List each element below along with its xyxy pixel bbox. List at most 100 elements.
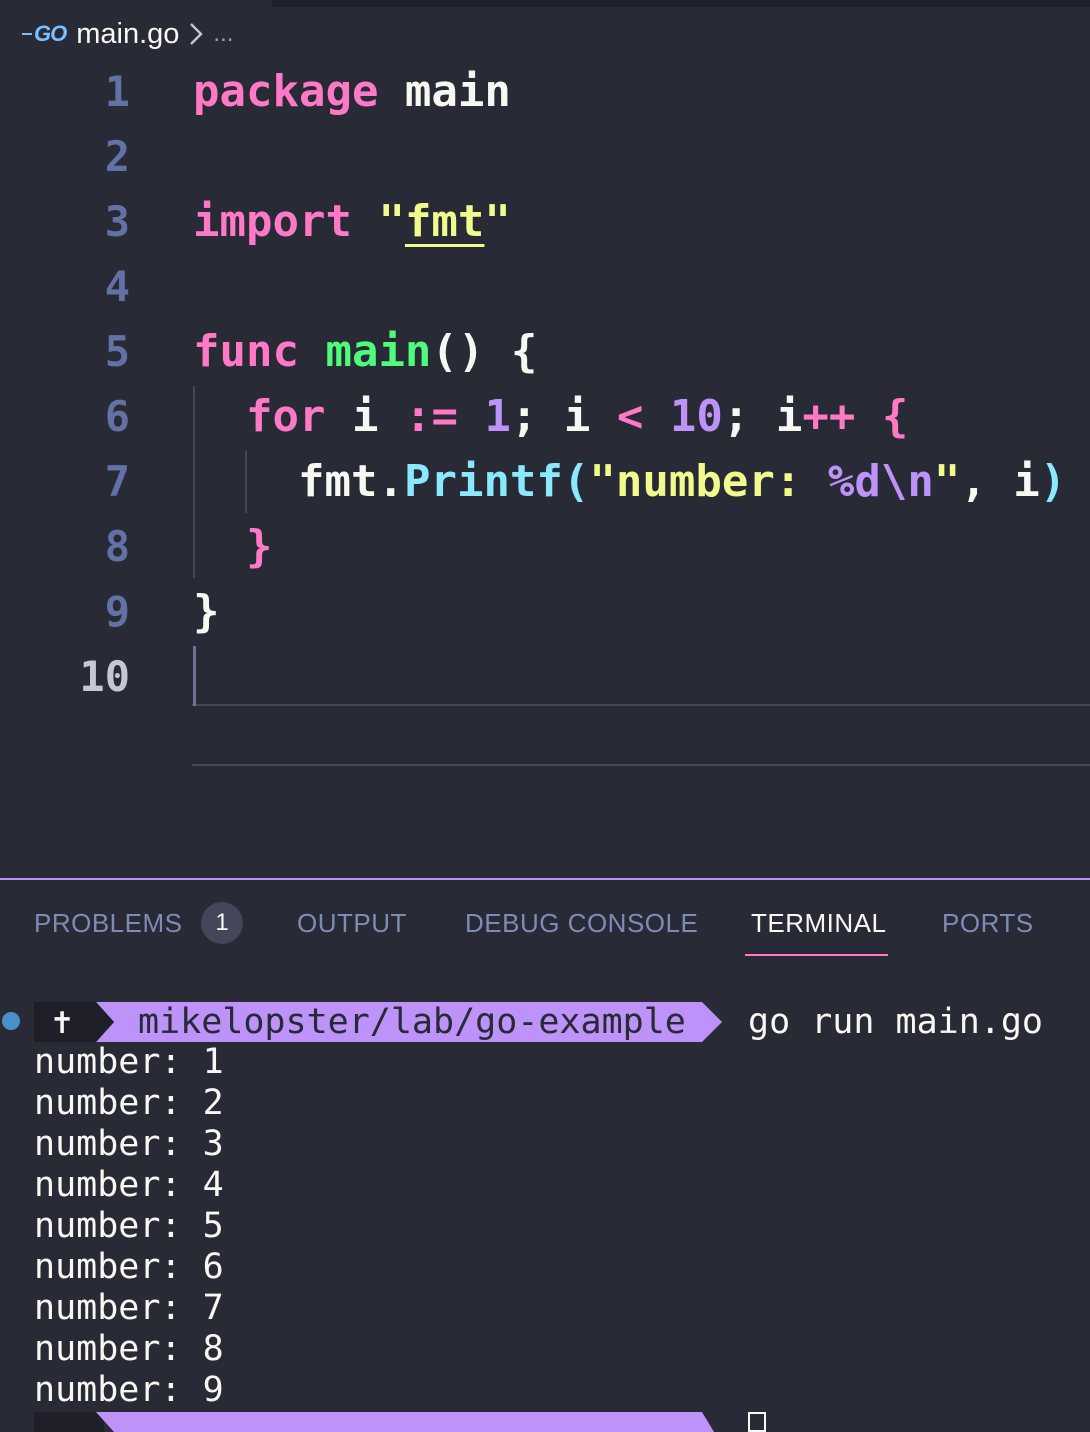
tab-ports[interactable]: PORTS: [942, 908, 1034, 939]
line-number: 7: [104, 457, 130, 506]
terminal-output-line: number: 9: [34, 1370, 224, 1410]
prompt-segment-path: [114, 1412, 702, 1432]
token-string[interactable]: fmt: [405, 196, 484, 247]
token-paren: (: [562, 456, 590, 507]
token-paren: ): [1039, 456, 1067, 507]
token-brace: }: [246, 521, 273, 572]
breadcrumb[interactable]: GO main.go ...: [22, 14, 233, 54]
prompt-arrow: [702, 1002, 722, 1042]
panel-tabs: PROBLEMS 1 OUTPUT DEBUG CONSOLE TERMINAL…: [0, 880, 1090, 970]
token-operator: <: [616, 391, 644, 442]
tab-debug-console[interactable]: DEBUG CONSOLE: [465, 908, 698, 939]
token-package: fmt.: [298, 456, 404, 507]
chevron-right-icon: [189, 22, 204, 46]
command-status-dot[interactable]: [2, 1012, 20, 1030]
token-identifier: i: [325, 391, 405, 442]
token-identifier: main: [378, 66, 511, 117]
token-punctuation: () {: [431, 326, 538, 377]
code-line: 9 }: [0, 580, 1090, 644]
code-line: 7 fmt.Printf("number: %d\n", i): [0, 450, 1090, 514]
terminal[interactable]: ✝ mikelopster/lab/go-example go run main…: [0, 990, 1090, 1432]
terminal-output-line: number: 2: [34, 1083, 224, 1123]
code-line-current: 10: [0, 645, 1090, 709]
prompt-path: mikelopster/lab/go-example: [138, 1002, 686, 1042]
code-line: 3 import "fmt": [0, 190, 1090, 254]
code-line: 1 package main: [0, 60, 1090, 124]
token-method: Printf: [403, 456, 563, 507]
tab-terminal[interactable]: TERMINAL: [751, 908, 886, 939]
line-number: 3: [104, 197, 130, 246]
token-identifier: , i: [960, 456, 1040, 507]
line-number-active: 10: [79, 652, 130, 701]
token-keyword: package: [193, 66, 379, 117]
current-line-highlight: [192, 704, 1090, 766]
terminal-output-line: number: 5: [34, 1206, 224, 1246]
line-number: 8: [104, 522, 130, 571]
problems-count-badge: 1: [201, 902, 243, 944]
terminal-output-line: number: 7: [34, 1288, 224, 1328]
code-editor[interactable]: 1 package main 2 3 import "fmt" 4 5 func…: [0, 60, 1090, 880]
go-file-icon: GO: [22, 21, 67, 47]
line-number: 4: [104, 262, 130, 311]
top-strip: [272, 0, 1090, 7]
active-tab-indicator: [745, 954, 888, 956]
line-number: 2: [104, 132, 130, 181]
token-keyword: import: [193, 196, 352, 247]
breadcrumb-file[interactable]: main.go: [76, 18, 179, 51]
token-number: 1: [484, 391, 511, 442]
token-operator: :=: [404, 391, 458, 442]
indent-guide: [193, 386, 195, 578]
breadcrumb-more[interactable]: ...: [213, 20, 233, 48]
code-text: }: [246, 515, 273, 579]
code-text: package main: [193, 60, 511, 124]
indent-guide: [245, 451, 247, 513]
prompt-segment-user: [34, 1412, 104, 1432]
token-string-quote: ": [484, 196, 511, 247]
terminal-output-line: number: 3: [34, 1124, 224, 1164]
token-brace: }: [193, 586, 220, 637]
terminal-cursor: [748, 1412, 766, 1432]
prompt-arrow: [702, 1412, 714, 1432]
token-keyword: for: [246, 391, 326, 442]
code-text: func main() {: [193, 320, 537, 384]
token-escape: \n: [880, 456, 934, 507]
text-cursor: [193, 646, 196, 706]
code-line: 2: [0, 125, 1090, 189]
tab-output[interactable]: OUTPUT: [297, 908, 407, 939]
line-number: 9: [104, 587, 130, 636]
token-format-verb: %d: [827, 456, 881, 507]
prompt-segment-notch: [96, 1412, 114, 1432]
token-string-quote: ": [351, 196, 405, 247]
line-number: 6: [104, 392, 130, 441]
token-operator: ++: [802, 391, 856, 442]
token-string: ": [933, 456, 961, 507]
terminal-output-line: number: 6: [34, 1247, 224, 1287]
code-text: fmt.Printf("number: %d\n", i): [298, 450, 1066, 514]
code-line: 4: [0, 255, 1090, 319]
prompt-symbol: ✝: [52, 1002, 73, 1042]
token-string: "number:: [589, 456, 828, 507]
terminal-command: go run main.go: [748, 1002, 1044, 1042]
terminal-output-line: number: 8: [34, 1329, 224, 1369]
code-line: 6 for i := 1; i < 10; i++ {: [0, 385, 1090, 449]
line-number: 5: [104, 327, 130, 376]
terminal-output-line: number: 4: [34, 1165, 224, 1205]
code-text: for i := 1; i < 10; i++ {: [246, 385, 908, 449]
token-brace: {: [881, 391, 909, 442]
prompt-arrow: [96, 1002, 114, 1042]
code-line: 8 }: [0, 515, 1090, 579]
token-identifier: ; i: [722, 391, 803, 442]
line-number: 1: [104, 67, 130, 116]
code-text: import "fmt": [193, 190, 511, 254]
terminal-output-line: number: 1: [34, 1042, 224, 1082]
bottom-panel: PROBLEMS 1 OUTPUT DEBUG CONSOLE TERMINAL…: [0, 878, 1090, 1432]
token-number: 10: [669, 391, 723, 442]
code-text: }: [193, 580, 220, 644]
code-line: 5 func main() {: [0, 320, 1090, 384]
token-function: main: [298, 326, 432, 377]
tab-problems[interactable]: PROBLEMS: [34, 908, 183, 939]
token-identifier: ; i: [510, 391, 617, 442]
